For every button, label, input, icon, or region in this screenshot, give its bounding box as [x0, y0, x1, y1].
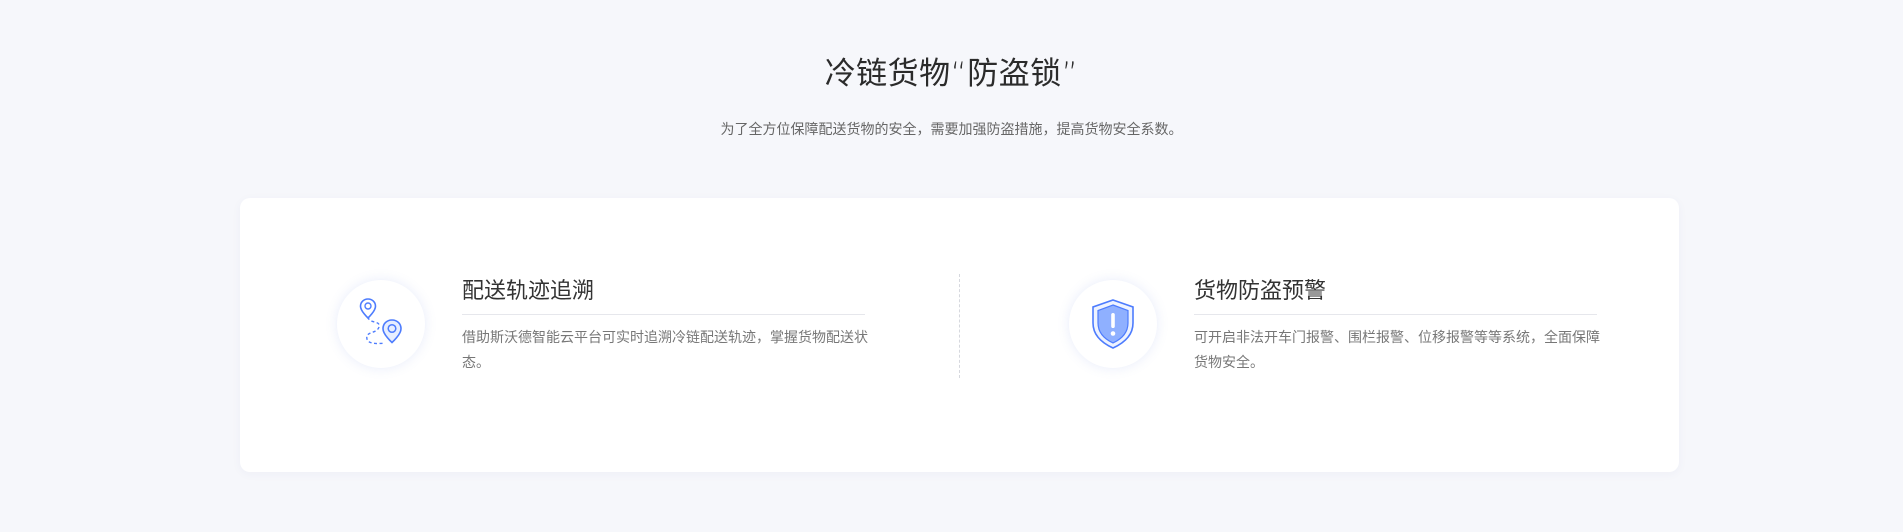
section-title: 冷链货物“防盗锁” — [824, 56, 1079, 92]
feature-text: 货物防盗预警 可开启非法开车门报警、围栏报警、位移报警等等系统，全面保障货物安全… — [1194, 276, 1614, 376]
section-subtitle: 为了全方位保障配送货物的安全，需要加强防盗措施，提高货物安全系数。 — [720, 122, 1183, 138]
feature-title: 货物防盗预警 — [1194, 276, 1597, 315]
shield-alert-icon — [1092, 299, 1134, 349]
feature-description: 借助斯沃德智能云平台可实时追溯冷链配送轨迹，掌握货物配送状态。 — [462, 330, 868, 371]
feature-text: 配送轨迹追溯 借助斯沃德智能云平台可实时追溯冷链配送轨迹，掌握货物配送状态。 — [462, 276, 882, 376]
route-pins-icon — [359, 298, 402, 345]
feature-title: 配送轨迹追溯 — [462, 276, 865, 315]
icon-circle — [1069, 280, 1157, 368]
features-card: 配送轨迹追溯 借助斯沃德智能云平台可实时追溯冷链配送轨迹，掌握货物配送状态。 货… — [240, 198, 1679, 472]
dashed-divider — [959, 274, 960, 378]
icon-circle — [337, 280, 425, 368]
feature-description: 可开启非法开车门报警、围栏报警、位移报警等等系统，全面保障货物安全。 — [1194, 330, 1600, 371]
